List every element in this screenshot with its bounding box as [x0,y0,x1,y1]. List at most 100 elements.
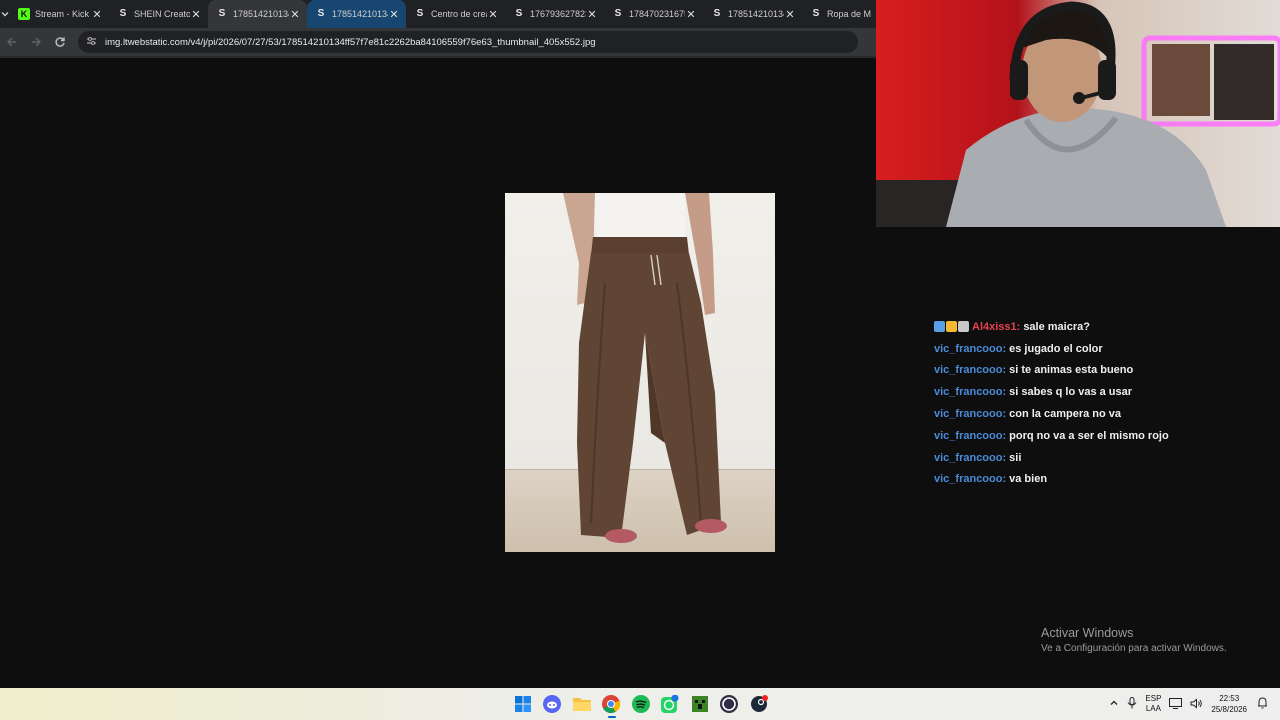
tab-title: 1785142101344 [728,9,784,19]
shein-favicon-icon: S [515,8,523,19]
clock[interactable]: 22:53 25/8/2026 [1211,693,1247,715]
taskbar-pinned-apps [508,688,774,720]
obs-button[interactable] [715,688,745,720]
tab-title: SHEIN Creator [134,9,190,19]
webcam-feed [876,0,1280,227]
screen: K Stream - Kick ✕ S SHEIN Creator ✕ S 178514210… [0,0,1280,720]
volume-button[interactable] [1190,697,1203,711]
kick-favicon-icon: K [18,8,30,20]
activation-title: Activar Windows [1041,626,1134,640]
minecraft-button[interactable] [685,688,715,720]
chat-overlay: Al4xiss1: sale maicra? vic_francooo: es jug… [934,316,1264,490]
chat-username[interactable]: vic_francooo: [934,386,1006,398]
arrow-right-icon [32,37,41,47]
close-tab-icon[interactable]: ✕ [289,8,301,21]
windows-taskbar: ESP LAA 22:53 25/8/2026 [0,688,1280,720]
chat-text: es jugado el color [1009,342,1103,355]
whatsapp-icon [661,695,679,713]
windows-start-icon [514,696,531,712]
browser-toolbar: img.ltwebstatic.com/v4/j/pi/2026/07/27/5… [0,28,876,56]
spotify-button[interactable] [626,688,656,720]
browser-tab[interactable]: S 1785142101344✕ [307,0,406,28]
keyboard-layout: LAA [1145,704,1161,713]
tab-title: 1767936278230 [530,9,586,19]
chat-text: porq no va a ser el mismo rojo [1009,429,1169,442]
arrow-left-icon [7,37,16,47]
shein-favicon-icon: S [713,8,721,19]
tab-title: 1785142101344 [332,9,388,19]
file-explorer-icon [572,698,591,711]
file-explorer-button[interactable] [567,688,597,720]
browser-tab[interactable]: K Stream - Kick ✕ [10,0,109,28]
tab-title: Stream - Kick [35,9,90,19]
activation-subtitle: Ve a Configuración para activar Windows. [1041,643,1227,654]
chat-username[interactable]: vic_francooo: [934,473,1006,485]
tab-title: 1785142101344 [233,9,289,19]
browser-tab[interactable]: S 1784702316755✕ [604,0,703,28]
chat-username[interactable]: vic_francooo: [934,408,1006,420]
back-button[interactable] [0,30,24,54]
notifications-button[interactable] [1257,697,1268,711]
shein-favicon-icon: S [614,8,622,19]
discord-icon [543,695,562,713]
chat-message: vic_francooo: con la campera no va [934,403,1264,425]
site-info-icon[interactable] [86,36,97,49]
close-tab-icon[interactable]: ✕ [91,8,103,21]
language-indicator[interactable]: ESP LAA [1145,694,1161,714]
windows-activation-watermark: Activar Windows Ve a Configuración para … [1041,626,1227,654]
chat-message: vic_francooo: si sabes q lo vas a usar [934,381,1264,403]
chat-message: vic_francooo: es jugado el color [934,338,1264,360]
chat-username[interactable]: Al4xiss1: [972,321,1020,333]
network-icon [1169,697,1183,709]
product-image[interactable] [505,193,775,552]
steam-button[interactable] [744,688,774,720]
browser-tab[interactable]: S 1767936278230✕ [505,0,604,28]
browser-tab[interactable]: S SHEIN Creator ✕ [109,0,208,28]
browser-tab[interactable]: S 1785142101344✕ [703,0,802,28]
close-tab-icon[interactable]: ✕ [190,8,202,21]
tab-search-button[interactable] [0,0,10,28]
close-tab-icon[interactable]: ✕ [685,8,697,21]
address-bar[interactable]: img.ltwebstatic.com/v4/j/pi/2026/07/27/5… [78,31,858,53]
network-button[interactable] [1169,697,1183,711]
microphone-button[interactable] [1127,697,1137,711]
browser-tab[interactable]: S Centro de creadores✕ [406,0,505,28]
browser-tab[interactable]: S 1785142101344✕ [208,0,307,28]
close-tab-icon[interactable]: ✕ [784,8,796,21]
forward-button[interactable] [24,30,48,54]
shein-favicon-icon: S [416,8,424,19]
chrome-icon [602,695,621,713]
chat-username[interactable]: vic_francooo: [934,430,1006,442]
chat-username[interactable]: vic_francooo: [934,364,1006,376]
steam-icon [750,695,768,712]
whatsapp-button[interactable] [656,688,686,720]
chat-text: si te animas esta bueno [1009,364,1134,377]
chrome-button[interactable] [597,688,627,720]
close-tab-icon[interactable]: ✕ [586,8,598,21]
tab-title: 1784702316755 [629,9,685,19]
spotify-icon [631,695,650,713]
chat-message: vic_francooo: va bien [934,469,1264,491]
shein-favicon-icon: S [317,8,325,19]
start-button[interactable] [508,688,538,720]
chevron-down-icon [1,12,9,17]
sword-badge-icon [934,321,945,333]
chat-text: si sabes q lo vas a usar [1009,386,1133,399]
reload-button[interactable] [48,30,72,54]
tab-list: K Stream - Kick ✕ S SHEIN Creator ✕ S 178514210… [10,0,901,28]
chat-username[interactable]: vic_francooo: [934,343,1006,355]
chat-username[interactable]: vic_francooo: [934,452,1006,464]
clock-date: 25/8/2026 [1211,705,1247,714]
close-tab-icon[interactable]: ✕ [388,8,400,21]
chat-text: con la campera no va [1009,408,1122,421]
browser-tab-strip: K Stream - Kick ✕ S SHEIN Creator ✕ S 178514210… [0,0,876,28]
crown-badge-icon [946,321,957,333]
close-tab-icon[interactable]: ✕ [487,8,499,21]
obs-icon [720,695,739,713]
discord-button[interactable] [538,688,568,720]
reload-icon [55,37,65,47]
sub-badge-icon [958,321,969,333]
streamer-webcam-picture [876,0,1280,227]
system-tray: ESP LAA 22:53 25/8/2026 [1109,688,1280,720]
show-hidden-icons-button[interactable] [1109,698,1119,710]
